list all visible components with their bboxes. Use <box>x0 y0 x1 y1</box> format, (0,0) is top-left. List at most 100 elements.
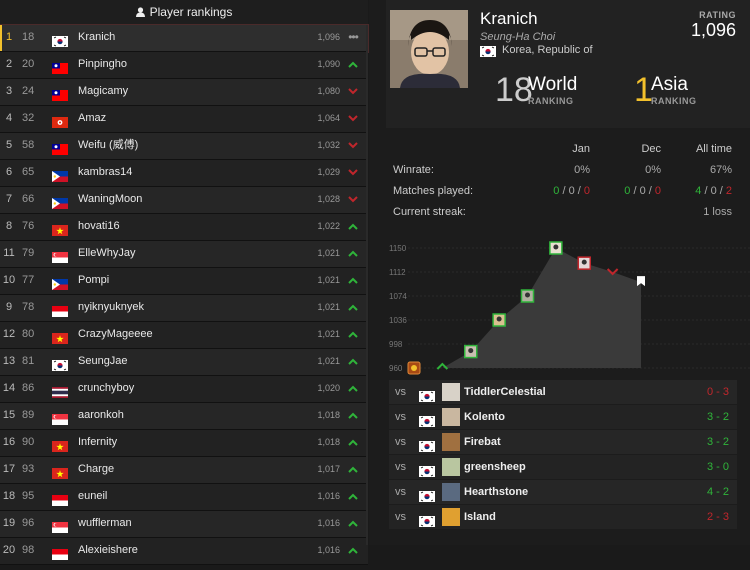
rankings-list: 1 18 Kranich 1,096 ••• 2 20 Pinpingho 1,090 3 24 Ma… <box>0 24 369 565</box>
y-tick-label: 1112 <box>389 268 406 277</box>
asia-rank: 10 <box>2 274 16 286</box>
chart-point-avatar <box>549 241 563 255</box>
chart-point-avatar <box>492 313 506 327</box>
player-rating: 1,080 <box>317 86 340 96</box>
asia-rank-sub: RANKING <box>651 96 697 106</box>
player-rating: 1,016 <box>317 491 340 501</box>
match-score: 3 - 2 <box>706 436 729 448</box>
player-rating: 1,020 <box>317 383 340 393</box>
rating-area <box>414 248 641 368</box>
world-rank: 24 <box>22 85 35 97</box>
rankings-header: Player rankings <box>0 0 368 25</box>
match-row[interactable]: vs greensheep 3 - 0 <box>389 455 737 479</box>
ranking-row[interactable]: 3 24 Magicamy 1,080 <box>0 79 368 106</box>
trend-up-icon <box>346 511 360 536</box>
tw-flag-icon <box>52 140 68 155</box>
match-row[interactable]: vs TiddlerCelestial 0 - 3 <box>389 380 737 404</box>
opponent-avatar <box>442 408 460 426</box>
opponent-name[interactable]: Island <box>464 505 496 529</box>
player-rating: 1,021 <box>317 302 340 312</box>
match-score: 2 - 3 <box>706 511 729 523</box>
ranking-row[interactable]: 9 78 nyiknyuknyek 1,021 <box>0 295 368 322</box>
player-rankings-panel: Player rankings 1 18 Kranich 1,096 ••• 2 20 Pin… <box>0 0 369 565</box>
ranking-row[interactable]: 10 77 Pompi 1,021 <box>0 268 368 295</box>
player-name: CrazyMageeee <box>78 328 153 340</box>
sg-flag-icon <box>52 518 68 533</box>
ranking-row[interactable]: 2 20 Pinpingho 1,090 <box>0 52 368 79</box>
match-row[interactable]: vs Island 2 - 3 <box>389 505 737 529</box>
ranking-row[interactable]: 13 81 SeungJae 1,021 <box>0 349 368 376</box>
world-rank: 58 <box>22 139 35 151</box>
match-row[interactable]: vs Firebat 3 - 2 <box>389 430 737 454</box>
rankings-scrollbar[interactable] <box>366 25 368 545</box>
korea-flag-icon <box>480 46 496 57</box>
rating-label: RATING <box>699 10 736 20</box>
match-row[interactable]: vs Hearthstone 4 - 2 <box>389 480 737 504</box>
kr-flag-icon <box>419 487 435 502</box>
kr-flag-icon <box>419 512 435 527</box>
world-rank: 79 <box>22 247 35 259</box>
opponent-name[interactable]: greensheep <box>464 455 526 479</box>
winrate-dec: 0% <box>645 164 661 176</box>
streak-row: Current streak: 1 loss <box>393 206 738 224</box>
player-name: Kranich <box>480 9 538 28</box>
opponent-name[interactable]: Hearthstone <box>464 480 528 504</box>
ph-flag-icon <box>52 194 68 209</box>
player-rating: 1,021 <box>317 356 340 366</box>
player-name: Magicamy <box>78 85 129 97</box>
player-rating: 1,022 <box>317 221 340 231</box>
winrate-row: Winrate: 0% 0% 67% <box>393 164 738 182</box>
ranking-row[interactable]: 7 66 WaningMoon 1,028 <box>0 187 368 214</box>
asia-rank: 7 <box>5 193 13 205</box>
asia-rank: 15 <box>2 409 16 421</box>
winrate-jan: 0% <box>574 164 590 176</box>
ranking-row[interactable]: 4 32 Amaz 1,064 <box>0 106 368 133</box>
player-rating: 1,096 <box>690 20 736 40</box>
ranking-row[interactable]: 17 93 Charge 1,017 <box>0 457 368 484</box>
ranking-row[interactable]: 19 96 wufflerman 1,016 <box>0 511 368 538</box>
ranking-row[interactable]: 6 65 kambras14 1,029 <box>0 160 368 187</box>
vs-label: vs <box>395 511 406 523</box>
chart-point-avatar <box>464 344 478 359</box>
player-detail-panel: Kranich Seung-Ha Choi Korea, Republic of… <box>369 0 750 545</box>
ranking-row[interactable]: 14 86 crunchyboy 1,020 <box>0 376 368 403</box>
ranking-row[interactable]: 18 95 euneil 1,016 <box>0 484 368 511</box>
y-tick-label: 960 <box>389 364 403 373</box>
vs-label: vs <box>395 436 406 448</box>
kr-flag-icon <box>52 356 68 371</box>
trend-up-icon <box>346 295 360 320</box>
world-rank: 65 <box>22 166 35 178</box>
match-row[interactable]: vs Kolento 3 - 2 <box>389 405 737 429</box>
user-icon <box>135 1 145 26</box>
match-score: 4 - 2 <box>706 486 729 498</box>
chart-point-avatar <box>520 289 535 303</box>
player-name: aaronkoh <box>78 409 124 421</box>
world-rank-sub: RANKING <box>528 96 574 106</box>
world-rank: 98 <box>22 544 35 556</box>
ranking-row[interactable]: 11 79 ElleWhyJay 1,021 <box>0 241 368 268</box>
ranking-row[interactable]: 5 58 Weifu (威傅) 1,032 <box>0 133 368 160</box>
world-rank: 32 <box>22 112 35 124</box>
asia-rank: 19 <box>2 517 16 529</box>
stats-col-dec: Dec <box>641 143 661 155</box>
match-score: 3 - 2 <box>706 411 729 423</box>
player-name: Weifu (威傅) <box>78 139 139 151</box>
world-rank: 86 <box>22 382 35 394</box>
id-flag-icon <box>52 491 68 506</box>
opponent-name[interactable]: Firebat <box>464 430 501 454</box>
ranking-row[interactable]: 12 80 CrazyMageeee 1,021 <box>0 322 368 349</box>
ranking-row[interactable]: 1 18 Kranich 1,096 ••• <box>0 24 369 53</box>
player-name: Kranich <box>78 31 116 43</box>
ranking-row[interactable]: 15 89 aaronkoh 1,018 <box>0 403 368 430</box>
opponent-name[interactable]: Kolento <box>464 405 505 429</box>
ranking-row[interactable]: 8 76 hovati16 1,022 <box>0 214 368 241</box>
ranking-row[interactable]: 16 90 Infernity 1,018 <box>0 430 368 457</box>
player-rating: 1,018 <box>317 437 340 447</box>
opponent-name[interactable]: TiddlerCelestial <box>464 380 546 404</box>
rating-history-chart: 1150 1112 1074 1036 998 960 <box>386 236 750 376</box>
vn-flag-icon <box>52 464 68 479</box>
asia-rank: 8 <box>5 220 13 232</box>
trend-up-icon <box>346 376 360 401</box>
ranking-row[interactable]: 20 98 Alexieishere 1,016 <box>0 538 368 565</box>
world-rank: 93 <box>22 463 35 475</box>
